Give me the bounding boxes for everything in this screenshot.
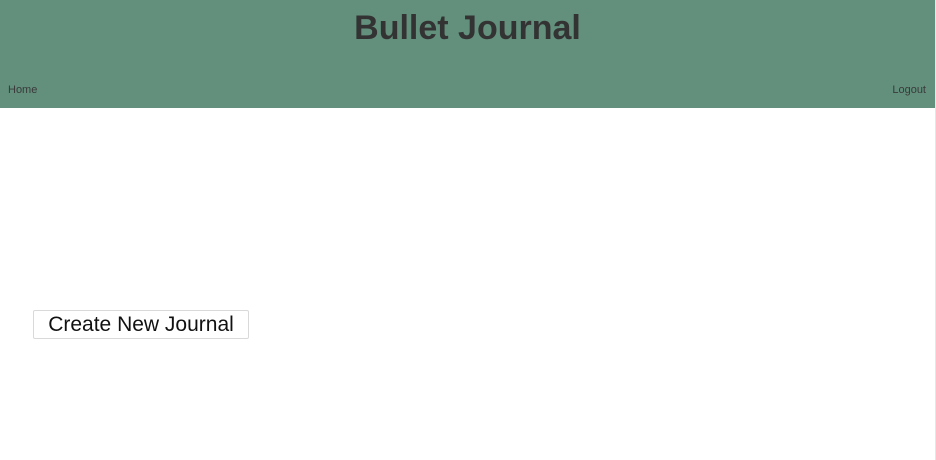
nav-logout-link[interactable]: Logout [892, 82, 926, 98]
nav-home-link[interactable]: Home [8, 82, 37, 98]
page: Bullet Journal Home Logout Create New Jo… [0, 0, 936, 460]
site-title: Bullet Journal [354, 9, 581, 47]
header-bar: Bullet Journal Home Logout [0, 0, 935, 108]
create-new-journal-button[interactable]: Create New Journal [33, 310, 249, 339]
